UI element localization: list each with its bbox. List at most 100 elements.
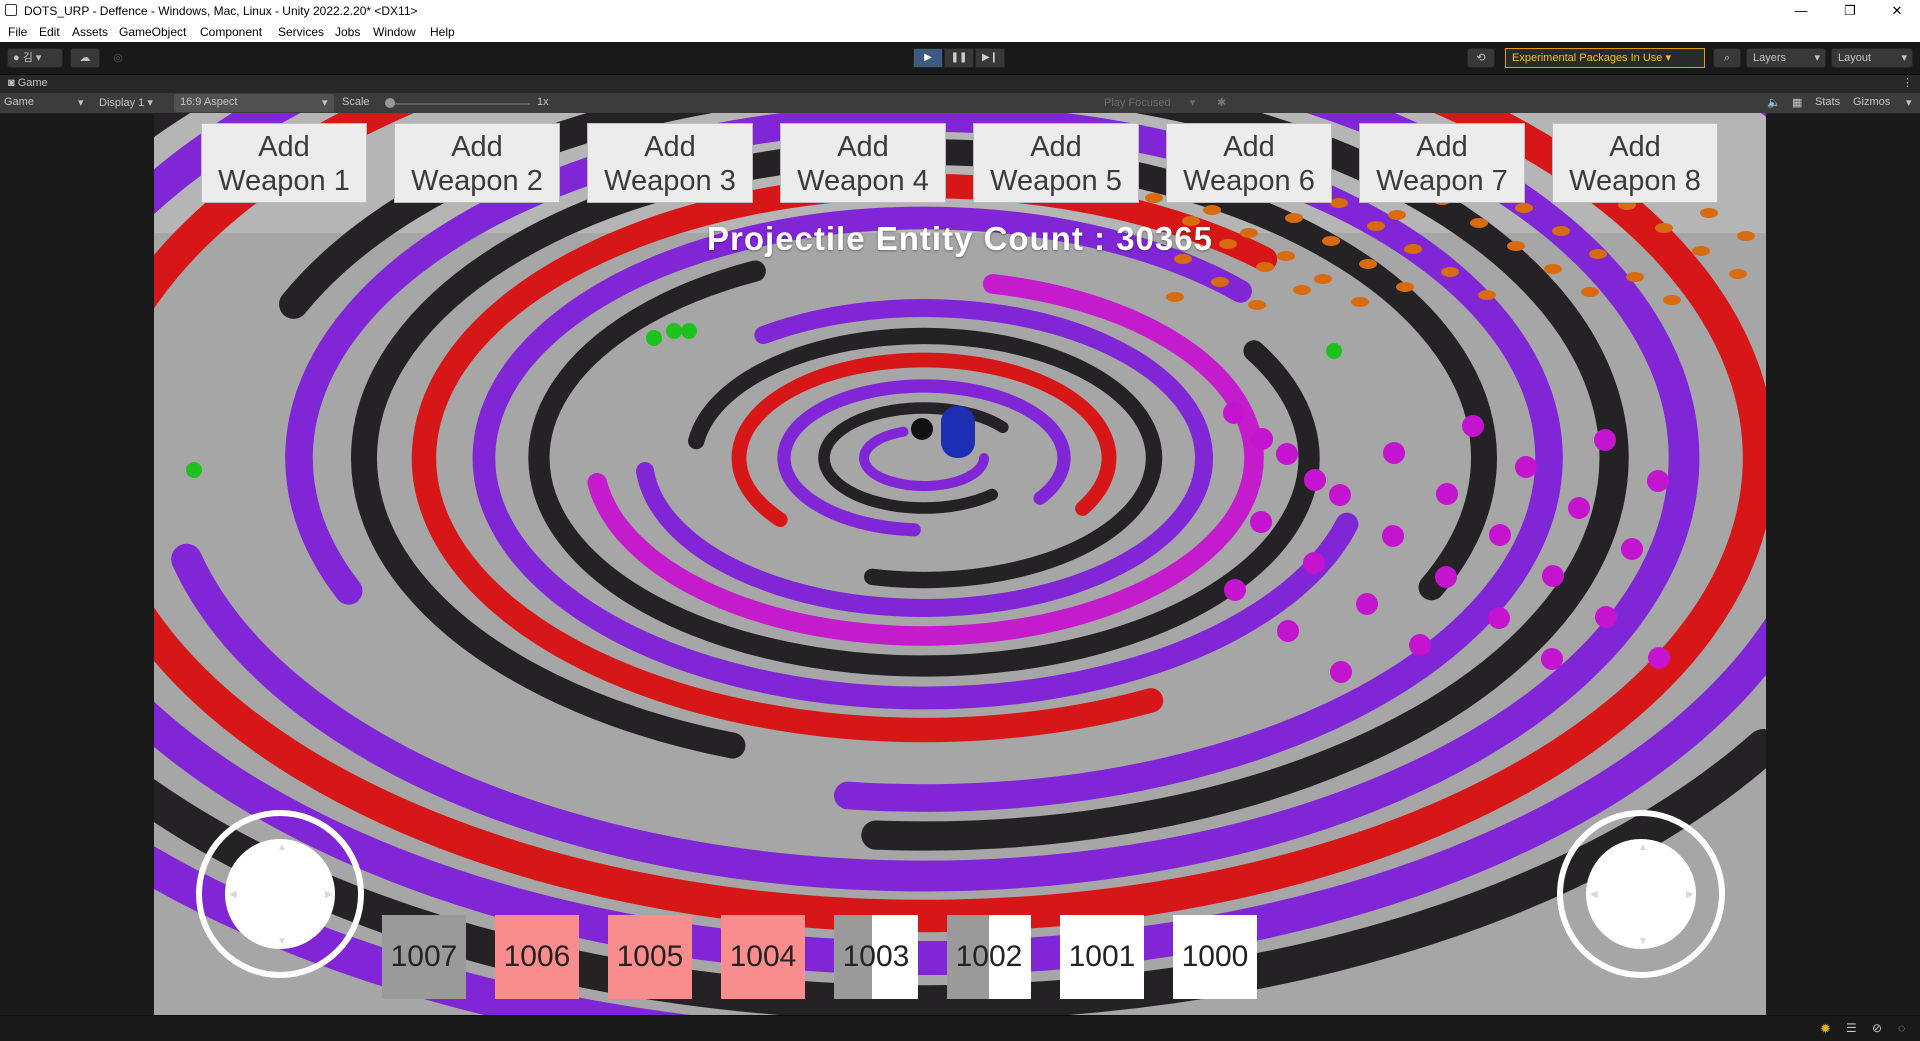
orange-projectile — [1351, 297, 1369, 307]
history-icon: ⟲ — [1476, 52, 1486, 64]
main-toolbar: ● 김 ▾ ☁ ◎ ▶ ❚❚ ▶❙ ⟲ Experimental Package… — [0, 42, 1920, 75]
menu-edit[interactable]: Edit — [39, 25, 60, 39]
add-weapon-7-button[interactable]: Add Weapon 7 — [1359, 123, 1525, 203]
orange-projectile — [1441, 267, 1459, 277]
menu-assets[interactable]: Assets — [72, 25, 108, 39]
orange-projectile — [1478, 290, 1496, 300]
minimize-button[interactable]: — — [1778, 0, 1824, 22]
account-label: 김 — [22, 52, 33, 64]
add-weapon-1-button[interactable]: Add Weapon 1 — [201, 123, 367, 203]
stats-toggle[interactable]: Stats — [1815, 96, 1840, 108]
game-viewport[interactable]: Add Weapon 1 Add Weapon 2 Add Weapon 3 A… — [154, 113, 1766, 1015]
account-icon: ● — [13, 52, 20, 64]
green-projectile — [646, 330, 662, 346]
mute-audio-icon[interactable]: 🔈 — [1767, 96, 1781, 109]
menu-window[interactable]: Window — [373, 25, 416, 39]
pause-button[interactable]: ❚❚ — [944, 48, 974, 68]
aspect-dropdown[interactable]: 16:9 Aspect ▾ — [174, 94, 334, 112]
chevron-down-icon: ▾ — [1901, 52, 1907, 64]
green-projectile — [666, 323, 682, 339]
more-options-icon[interactable]: ⋮ — [1902, 76, 1913, 89]
orange-projectile — [1700, 208, 1718, 218]
orange-projectile — [1203, 205, 1221, 215]
restore-button[interactable]: ❐ — [1827, 0, 1873, 22]
chevron-down-icon: ▾ — [1814, 52, 1820, 64]
magenta-projectile — [1594, 429, 1616, 451]
add-weapon-4-button[interactable]: Add Weapon 4 — [780, 123, 946, 203]
magenta-projectile — [1409, 634, 1431, 656]
chevron-down-icon[interactable]: ▾ — [1906, 96, 1912, 109]
orange-projectile — [1729, 269, 1747, 279]
undo-history-button[interactable]: ⟲ — [1467, 48, 1495, 68]
gamepad-icon: ◙ — [8, 77, 15, 89]
orange-projectile — [1293, 285, 1311, 295]
menu-file[interactable]: File — [8, 25, 27, 39]
experimental-packages-dropdown[interactable]: Experimental Packages In Use ▾ — [1505, 48, 1705, 68]
menu-help[interactable]: Help — [430, 25, 455, 39]
game-view-toolbar: Game ▾ Display 1 ▾ 16:9 Aspect ▾ Scale 1… — [0, 93, 1920, 114]
chevron-down-icon: ▾ — [78, 97, 84, 109]
weapon-slot-1002: 1002 — [947, 915, 1031, 999]
step-icon: ▶❙ — [981, 52, 999, 63]
layers-label: Layers — [1753, 52, 1787, 64]
magenta-projectile — [1224, 579, 1246, 601]
add-weapon-3-button[interactable]: Add Weapon 3 — [587, 123, 753, 203]
weapon-slot-1000: 1000 — [1173, 915, 1257, 999]
add-weapon-2-button[interactable]: Add Weapon 2 — [394, 123, 560, 203]
weapon-slot-label: 1002 — [955, 940, 1023, 973]
search-button[interactable]: ⌕ — [1713, 48, 1741, 68]
orange-projectile — [1544, 264, 1562, 274]
green-projectile — [681, 323, 697, 339]
right-joystick-knob[interactable] — [1586, 839, 1696, 949]
tab-game-label: Game — [17, 77, 48, 89]
weapon-slot-label: 1001 — [1068, 940, 1136, 973]
add-weapon-5-button[interactable]: Add Weapon 5 — [973, 123, 1139, 203]
layout-dropdown[interactable]: Layout ▾ — [1831, 48, 1913, 68]
gizmos-toggle[interactable]: Gizmos — [1853, 96, 1890, 108]
progress-icon[interactable]: ◌ — [1898, 1021, 1905, 1035]
keyboard-shortcuts-icon[interactable]: ▦ — [1792, 96, 1802, 109]
weapon-slot-label: 1003 — [842, 940, 910, 973]
tab-game[interactable]: ◙ Game — [8, 77, 48, 89]
search-icon: ⌕ — [1723, 52, 1731, 64]
scale-slider[interactable] — [385, 103, 530, 105]
add-weapon-8-button[interactable]: Add Weapon 8 — [1552, 123, 1718, 203]
left-joystick-knob[interactable] — [225, 839, 335, 949]
menu-component[interactable]: Component — [200, 25, 262, 39]
menu-services[interactable]: Services — [278, 25, 324, 39]
debug-icon[interactable]: ⊘ — [1872, 1021, 1882, 1035]
collab-button[interactable]: ◎ — [106, 48, 130, 68]
magenta-projectile — [1223, 402, 1245, 424]
arrow-right-icon: ▶ — [1686, 889, 1694, 900]
close-button[interactable]: ✕ — [1874, 0, 1920, 22]
cloud-button[interactable]: ☁ — [70, 48, 100, 68]
chevron-down-icon: ▾ — [147, 97, 153, 109]
left-joystick[interactable]: ▲ ▼ ◀ ▶ — [196, 810, 364, 978]
magenta-projectile — [1595, 606, 1617, 628]
display-dropdown[interactable]: Display 1 ▾ — [99, 96, 153, 109]
scale-slider-thumb[interactable] — [385, 98, 395, 108]
game-mode-dropdown[interactable]: Game ▾ — [4, 96, 84, 109]
cloud-icon: ☁ — [79, 52, 91, 64]
add-weapon-6-button[interactable]: Add Weapon 6 — [1166, 123, 1332, 203]
orange-projectile — [1515, 203, 1533, 213]
magenta-projectile — [1304, 469, 1326, 491]
menu-jobs[interactable]: Jobs — [335, 25, 360, 39]
play-focused-dropdown[interactable]: Play Focused ▾ — [1104, 96, 1195, 109]
right-joystick[interactable]: ▲ ▼ ◀ ▶ — [1557, 810, 1725, 978]
lightbulb-icon[interactable]: ✹ — [1820, 1021, 1831, 1037]
game-tab-bar: ◙ Game ⋮ — [0, 75, 1920, 93]
step-button[interactable]: ▶❙ — [975, 48, 1005, 68]
play-icon: ▶ — [924, 52, 932, 63]
arrow-up-icon: ▲ — [277, 842, 287, 853]
weapon-slot-1003: 1003 — [834, 915, 918, 999]
account-button[interactable]: ● 김 ▾ — [7, 48, 63, 68]
play-button[interactable]: ▶ — [913, 48, 943, 68]
menu-gameobject[interactable]: GameObject — [119, 25, 186, 39]
cache-server-icon[interactable]: ☰ — [1846, 1021, 1857, 1035]
arrow-down-icon: ▼ — [277, 936, 287, 947]
layers-dropdown[interactable]: Layers ▾ — [1746, 48, 1826, 68]
bug-icon[interactable]: ✱ — [1217, 96, 1226, 109]
green-projectile — [186, 462, 202, 478]
orange-projectile — [1581, 287, 1599, 297]
